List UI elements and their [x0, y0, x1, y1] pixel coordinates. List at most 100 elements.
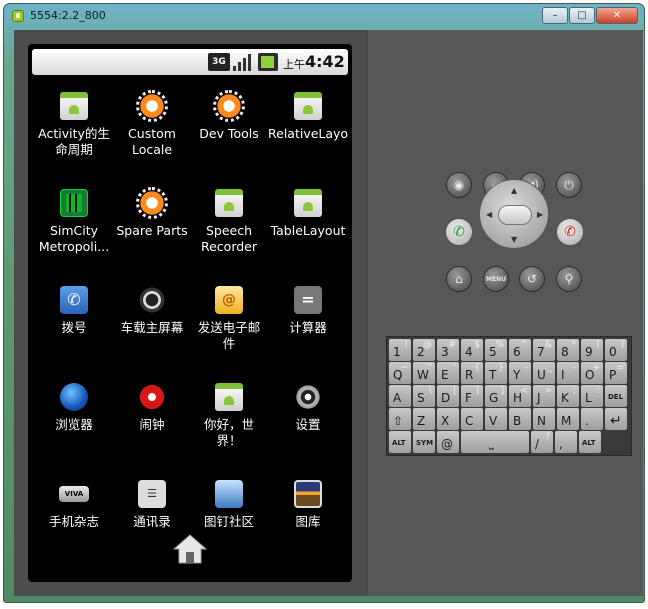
- app-custom-locale[interactable]: Custom Locale: [112, 90, 192, 158]
- key[interactable]: ] G: [485, 385, 507, 407]
- app-gallery[interactable]: 图库: [268, 480, 348, 530]
- key[interactable]: ; K: [557, 385, 579, 407]
- key-label: 0: [609, 345, 617, 359]
- dpad[interactable]: ▲ ▼ ◀ ▶: [479, 179, 549, 249]
- key-label: R: [465, 368, 474, 382]
- close-button[interactable]: ✕: [596, 7, 638, 24]
- app-relative-layout[interactable]: RelativeLayo: [268, 92, 348, 142]
- dpad-center-button[interactable]: [498, 205, 532, 225]
- key[interactable]: V: [485, 408, 507, 430]
- end-call-button[interactable]: ✆: [556, 218, 584, 246]
- title-bar[interactable]: 5554:2.2_800 – □ ✕: [4, 4, 644, 28]
- menu-button[interactable]: MENU: [483, 266, 509, 292]
- key[interactable]: #3: [437, 339, 459, 361]
- shift-key[interactable]: ⇧: [389, 408, 411, 430]
- sym-key[interactable]: SYM: [413, 431, 435, 453]
- key[interactable]: M: [557, 408, 579, 430]
- comma-key[interactable]: ,: [555, 431, 577, 453]
- key[interactable]: $4: [461, 339, 483, 361]
- dpad-left-icon: ◀: [486, 210, 493, 219]
- key-alt-label: |: [452, 386, 456, 396]
- status-bar: 3G 上午 4:42: [32, 49, 348, 75]
- app-alarm-clock[interactable]: 闹钟: [112, 383, 192, 433]
- call-button[interactable]: ✆: [445, 218, 473, 246]
- key-alt-label: \: [428, 386, 432, 396]
- app-activity-lifecycle[interactable]: Activity的生 命周期: [34, 92, 114, 158]
- key[interactable]: N: [533, 408, 555, 430]
- power-button[interactable]: ⏻: [556, 172, 582, 198]
- home-key-button[interactable]: ⌂: [446, 266, 472, 292]
- key[interactable]: + O: [581, 362, 603, 384]
- key[interactable]: * 8: [557, 339, 579, 361]
- key[interactable]: :L: [581, 385, 603, 407]
- minimize-button[interactable]: –: [542, 7, 568, 24]
- app-label: 命周期: [55, 142, 93, 157]
- key-alt-label: =: [616, 363, 624, 373]
- alt-right-key[interactable]: ALT: [579, 431, 601, 453]
- app-mobile-magazine[interactable]: VIVA 手机杂志: [34, 480, 114, 530]
- key-label: 9: [585, 345, 593, 359]
- key[interactable]: Z: [413, 408, 435, 430]
- key[interactable]: {R: [461, 362, 483, 384]
- app-dialer[interactable]: ✆ 拨号: [34, 286, 114, 336]
- app-speech-recorder[interactable]: Speech Recorder: [189, 189, 269, 255]
- app-spare-parts[interactable]: Spare Parts: [112, 187, 192, 239]
- key[interactable]: } T: [485, 362, 507, 384]
- settings-icon: [294, 383, 322, 411]
- key[interactable]: ^ 6: [509, 339, 531, 361]
- app-browser[interactable]: 浏览器: [34, 383, 114, 433]
- emulator-window: 5554:2.2_800 – □ ✕ 3G 上午 4:42 Activity的生…: [3, 3, 645, 603]
- mail-icon: @: [215, 286, 243, 314]
- key[interactable]: _ U: [533, 362, 555, 384]
- delete-key[interactable]: DEL: [605, 385, 627, 407]
- app-dev-tools[interactable]: Dev Tools: [189, 90, 269, 142]
- android-icon: [294, 189, 322, 217]
- device-screen[interactable]: 3G 上午 4:42 Activity的生 命周期 Custom Locale …: [28, 44, 352, 582]
- key[interactable]: ) 0: [605, 339, 627, 361]
- space-key[interactable]: ⎵: [461, 431, 529, 453]
- key[interactable]: < H: [509, 385, 531, 407]
- app-table-layout[interactable]: TableLayout: [268, 189, 348, 239]
- app-contacts[interactable]: ☰ 通讯录: [112, 480, 192, 530]
- app-settings[interactable]: 设置: [268, 383, 348, 433]
- key[interactable]: (9: [581, 339, 603, 361]
- key[interactable]: -I: [557, 362, 579, 384]
- app-photo-community[interactable]: 图钉社区: [189, 480, 269, 530]
- app-calculator[interactable]: = 计算器: [268, 286, 348, 336]
- key[interactable]: [F: [461, 385, 483, 407]
- at-key[interactable]: @: [437, 431, 459, 453]
- search-button[interactable]: ⚲: [556, 266, 582, 292]
- enter-key[interactable]: ↵: [605, 408, 627, 430]
- key[interactable]: ~ Q: [389, 362, 411, 384]
- maximize-button[interactable]: □: [569, 7, 595, 24]
- app-send-email[interactable]: @ 发送电子邮 件: [189, 286, 269, 352]
- key[interactable]: = P: [605, 362, 627, 384]
- key-label: DEL: [608, 393, 624, 401]
- key[interactable]: .: [581, 408, 603, 430]
- key-label: T: [489, 368, 497, 382]
- slash-key[interactable]: ? /: [531, 431, 553, 453]
- app-simcity[interactable]: SimCity Metropoli...: [34, 189, 114, 255]
- key[interactable]: ! 1: [389, 339, 411, 361]
- key[interactable]: -Y: [509, 362, 531, 384]
- key[interactable]: " W: [413, 362, 435, 384]
- key[interactable]: % 5: [485, 339, 507, 361]
- key[interactable]: C: [461, 408, 483, 430]
- camera-button[interactable]: ◉: [446, 172, 472, 198]
- home-button[interactable]: [170, 532, 210, 566]
- key[interactable]: @2: [413, 339, 435, 361]
- app-car-home[interactable]: 车载主屏幕: [112, 286, 192, 336]
- key[interactable]: > J: [533, 385, 555, 407]
- back-button[interactable]: ↺: [519, 266, 545, 292]
- key[interactable]: B: [509, 408, 531, 430]
- key[interactable]: X: [437, 408, 459, 430]
- app-label: 设置: [295, 417, 321, 432]
- alt-left-key[interactable]: ALT: [389, 431, 411, 453]
- photos-icon: [215, 480, 243, 508]
- key[interactable]: | D: [437, 385, 459, 407]
- key[interactable]: ' E: [437, 362, 459, 384]
- key[interactable]: \ S: [413, 385, 435, 407]
- app-hello-world[interactable]: 你好，世 界！: [189, 383, 269, 449]
- key[interactable]: A: [389, 385, 411, 407]
- key[interactable]: & 7: [533, 339, 555, 361]
